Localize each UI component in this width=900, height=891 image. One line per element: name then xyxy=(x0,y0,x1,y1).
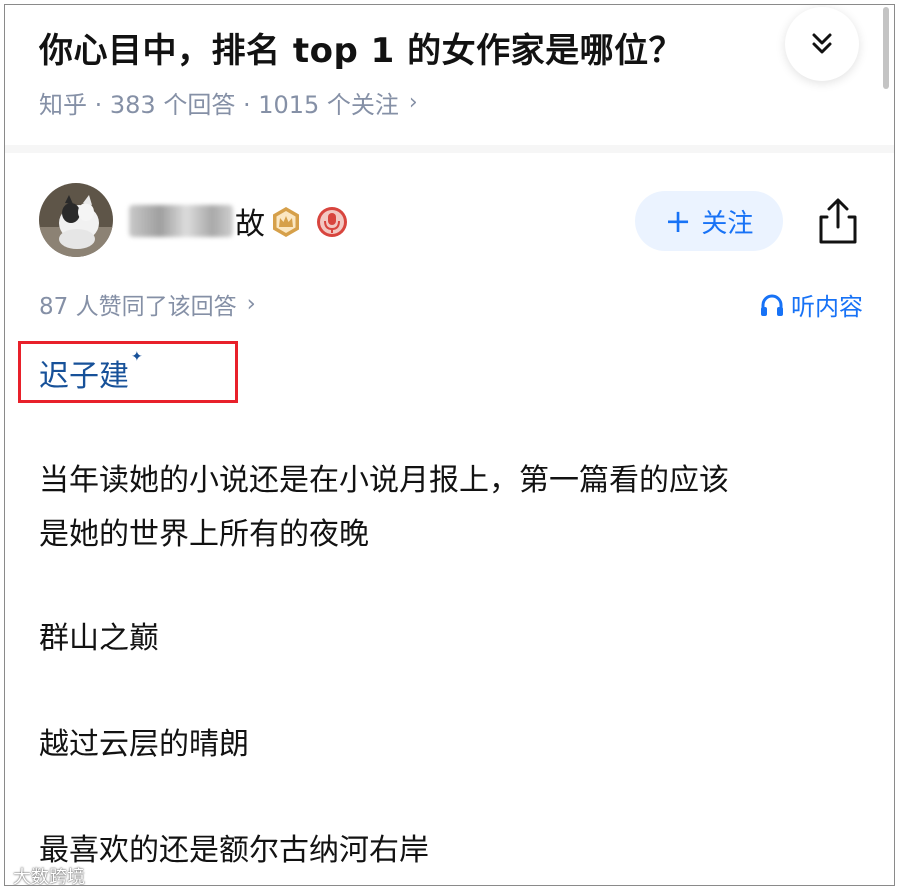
answer-stats-row: 87 人赞同了该回答 › 听内容 xyxy=(39,287,863,323)
blurred-name xyxy=(129,205,233,237)
chevron-right-icon: › xyxy=(246,291,256,317)
avatar-image xyxy=(39,183,113,257)
sparkle-icon: ✦ xyxy=(131,349,143,365)
scrollbar-thumb[interactable] xyxy=(883,7,889,89)
mic-badge-icon[interactable] xyxy=(315,205,349,239)
crown-badge-icon[interactable] xyxy=(269,205,303,239)
author-link[interactable]: 迟子建 ✦ xyxy=(39,349,143,395)
likes-text: 87 人赞同了该回答 xyxy=(39,294,237,320)
headphones-icon xyxy=(761,294,783,316)
author-row: 故 + 关注 xyxy=(5,173,894,263)
question-title[interactable]: 你心目中，排名 top 1 的女作家是哪位？ xyxy=(39,23,683,72)
question-meta[interactable]: 知乎 · 383 个回答 · 1015 个关注 › xyxy=(39,85,418,120)
question-header: 你心目中，排名 top 1 的女作家是哪位？ 知乎 · 383 个回答 · 10… xyxy=(5,5,894,145)
watermark: 大数跨境 xyxy=(13,863,85,886)
author-name-visible: 故 xyxy=(235,207,265,242)
question-meta-text: 知乎 · 383 个回答 · 1015 个关注 xyxy=(39,91,399,119)
author-link-text: 迟子建 xyxy=(39,359,129,394)
chevron-right-icon: › xyxy=(408,90,418,115)
share-icon[interactable] xyxy=(815,195,861,247)
answer-paragraph: 当年读她的小说还是在小说月报上，第一篇看的应该 xyxy=(39,463,729,498)
listen-button[interactable]: 听内容 xyxy=(759,287,863,322)
answer-paragraph: 最喜欢的还是额尔古纳河右岸 xyxy=(39,833,429,868)
watermark-text: 大数跨境 xyxy=(13,867,85,886)
follow-label: 关注 xyxy=(701,208,754,239)
section-divider xyxy=(5,145,894,153)
answer-paragraph: 群山之巅 xyxy=(39,621,159,656)
follow-button[interactable]: + 关注 xyxy=(635,191,783,251)
chevron-double-down-icon xyxy=(812,33,832,54)
answer-paragraph: 越过云层的晴朗 xyxy=(39,727,249,762)
listen-label: 听内容 xyxy=(791,293,863,321)
plus-icon: + xyxy=(664,202,692,240)
author-name[interactable]: 故 xyxy=(129,203,265,242)
avatar[interactable] xyxy=(39,183,113,257)
answer-paragraph: 是她的世界上所有的夜晚 xyxy=(39,517,369,552)
screenshot-frame: 你心目中，排名 top 1 的女作家是哪位？ 知乎 · 383 个回答 · 10… xyxy=(4,4,895,886)
collapse-button[interactable] xyxy=(785,7,859,81)
likes-count[interactable]: 87 人赞同了该回答 › xyxy=(39,287,256,321)
